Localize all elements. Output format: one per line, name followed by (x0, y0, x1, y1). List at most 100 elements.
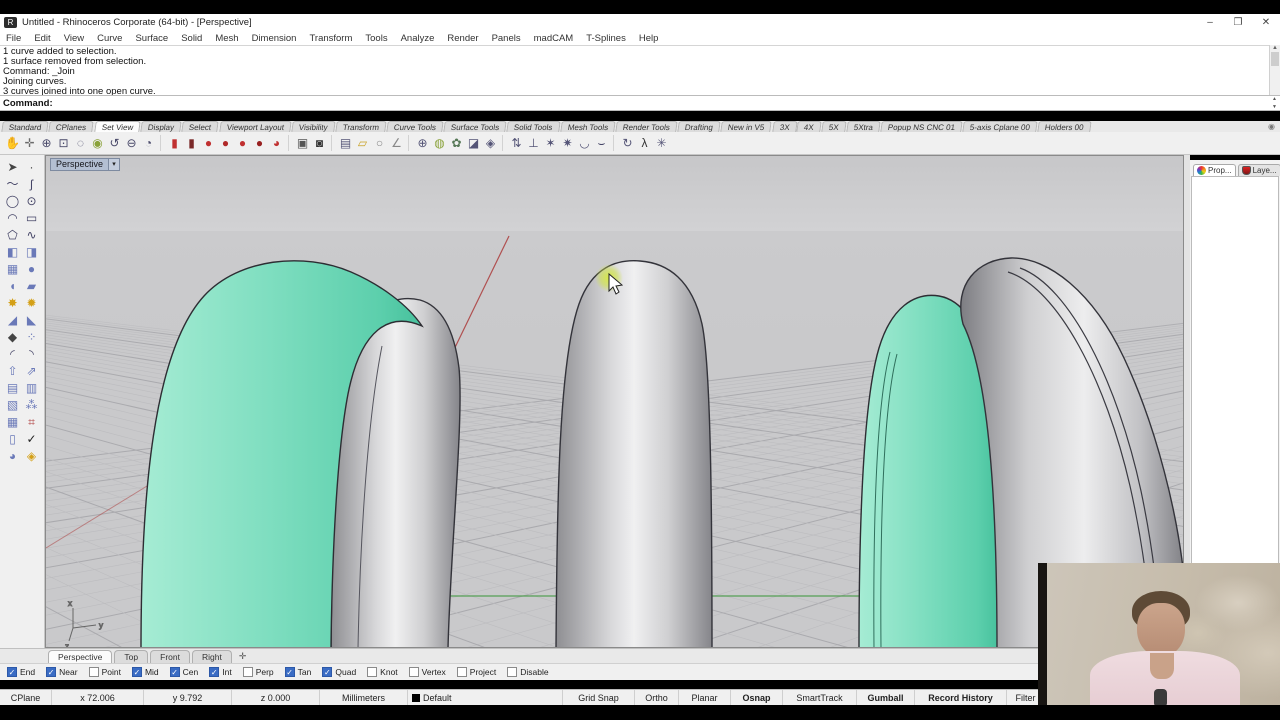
viewport-tab-top[interactable]: Top (114, 650, 149, 663)
toolbar-tab[interactable]: Select (181, 121, 220, 132)
step-solid-icon[interactable]: ◣ (22, 312, 41, 329)
osnap-checkbox[interactable] (456, 667, 467, 677)
control-curve-icon[interactable]: ʃ (22, 176, 41, 193)
surface-loft-icon[interactable]: ◨ (22, 244, 41, 261)
machine-sim-icon[interactable]: ▣ (294, 135, 311, 152)
circle-icon[interactable]: ◯ (3, 193, 22, 210)
sphere-icon[interactable]: ● (22, 261, 41, 278)
cage-icon[interactable]: ⌗ (22, 414, 41, 431)
boolean-burst-icon[interactable]: ✸ (3, 295, 22, 312)
toolbar-tab[interactable]: Viewport Layout (218, 121, 292, 132)
menu-item[interactable]: madCAM (534, 33, 574, 44)
ring-middle[interactable] (555, 260, 713, 648)
status-cell[interactable]: SmartTrack (783, 690, 857, 705)
osnap-checkbox[interactable] (131, 667, 142, 677)
osnap-toggle[interactable]: Tan (284, 667, 311, 677)
toolbar-tab[interactable]: Drafting (677, 121, 721, 132)
osnap-toggle[interactable]: Disable (507, 667, 549, 677)
arc-blend-icon[interactable]: ◜ (3, 346, 22, 363)
gold-surface-icon[interactable]: ◈ (22, 448, 41, 465)
zoom-target-icon[interactable]: ◔ (140, 135, 157, 152)
menu-item[interactable]: Curve (97, 33, 122, 44)
array-rect-icon[interactable]: ▤ (3, 380, 22, 397)
osnap-checkbox[interactable] (284, 667, 295, 677)
offset-surface-icon[interactable]: ▥ (22, 380, 41, 397)
menu-item[interactable]: Edit (34, 33, 50, 44)
madcam-5axis-icon[interactable]: ◕ (268, 135, 285, 152)
menu-item[interactable]: Render (447, 33, 478, 44)
viewport-title[interactable]: Perspective ▾ (50, 158, 121, 171)
menu-item[interactable]: Dimension (252, 33, 297, 44)
drag-mode-icon[interactable]: ◪ (465, 135, 482, 152)
shade-object-icon[interactable]: ◕ (3, 448, 22, 465)
curve-icon[interactable]: 〜 (3, 176, 22, 193)
status-cell[interactable]: Millimeters (320, 690, 408, 705)
ring-left[interactable] (140, 260, 461, 648)
toolbar-tab[interactable]: 5Xtra (846, 121, 881, 132)
osnap-toggle[interactable]: Cen (169, 667, 198, 677)
arc-icon[interactable]: ◠ (3, 210, 22, 227)
viewport-tab-perspective[interactable]: Perspective (48, 650, 113, 663)
polygon-icon[interactable]: ⬠ (3, 227, 22, 244)
zoom-dynamic-icon[interactable]: ⊕ (38, 135, 55, 152)
madcam-finishing-icon[interactable]: ● (217, 135, 234, 152)
status-cell[interactable]: z 0.000 (232, 690, 320, 705)
torus-icon[interactable]: ◖ (3, 278, 22, 295)
viewport-dropdown-icon[interactable]: ▾ (109, 158, 121, 171)
plant-analysis-icon[interactable]: ✿ (448, 135, 465, 152)
surface-corner-icon[interactable]: ◧ (3, 244, 22, 261)
osnap-toggle[interactable]: Perp (242, 667, 274, 677)
slab-icon[interactable]: ▰ (22, 278, 41, 295)
osnap-toggle[interactable]: End (7, 667, 35, 677)
menu-item[interactable]: Solid (181, 33, 202, 44)
menu-item[interactable]: Help (639, 33, 659, 44)
perspective-viewport[interactable]: x y z (45, 155, 1184, 648)
toolbar-tab[interactable]: 4X (796, 121, 822, 132)
viewport-title-label[interactable]: Perspective (50, 158, 110, 171)
menu-item[interactable]: Mesh (215, 33, 238, 44)
command-spinner[interactable]: ▲ ▼ (1270, 96, 1279, 110)
light-rays-icon[interactable]: ⁂ (22, 397, 41, 414)
osnap-toggle[interactable]: Quad (322, 667, 356, 677)
status-cell[interactable]: Planar (679, 690, 731, 705)
check-mark-icon[interactable]: ✓ (22, 431, 41, 448)
dot-group-icon[interactable]: ⁘ (22, 329, 41, 346)
rectangle-icon[interactable]: ▭ (22, 210, 41, 227)
osnap-checkbox[interactable] (322, 667, 333, 677)
osnap-checkbox[interactable] (46, 667, 57, 677)
star-sparse-icon[interactable]: ✶ (542, 135, 559, 152)
sparkle-icon[interactable]: ✳ (653, 135, 670, 152)
menu-item[interactable]: Surface (135, 33, 168, 44)
star-dense-icon[interactable]: ✷ (559, 135, 576, 152)
toolbar-tab[interactable]: Holders 00 (1037, 121, 1092, 132)
close-button[interactable]: ✕ (1252, 17, 1280, 28)
toolbar-tab[interactable]: Popup NS CNC 01 (880, 121, 963, 132)
surface-wing-icon[interactable]: ◡ (576, 135, 593, 152)
madcam-pencil-icon[interactable]: ● (234, 135, 251, 152)
osnap-checkbox[interactable] (507, 667, 518, 677)
zoom-window-icon[interactable]: ⊡ (55, 135, 72, 152)
open-folder-icon[interactable]: ▱ (354, 135, 371, 152)
status-cell[interactable]: x 72.006 (52, 690, 144, 705)
toolbar-tab[interactable]: Curve Tools (385, 121, 444, 132)
add-viewport-icon[interactable]: ✛ (234, 650, 252, 663)
zoom-selected-icon[interactable]: ◌ (72, 135, 89, 152)
menu-item[interactable]: View (64, 33, 84, 44)
grid-points-icon[interactable]: ▦ (3, 414, 22, 431)
freeform-curve-icon[interactable]: ∿ (22, 227, 41, 244)
toolbar-tab[interactable]: Transform (334, 121, 387, 132)
osnap-toggle[interactable]: Mid (131, 667, 159, 677)
status-cell[interactable]: CPlane (0, 690, 52, 705)
menu-item[interactable]: Analyze (401, 33, 435, 44)
command-input[interactable] (55, 97, 1280, 109)
toolbar-tab[interactable]: Visibility (291, 121, 336, 132)
arc-angle-icon[interactable]: ∠ (388, 135, 405, 152)
circle-deviation-icon[interactable]: ◍ (431, 135, 448, 152)
zoom-out-icon[interactable]: ⊖ (123, 135, 140, 152)
osnap-checkbox[interactable] (169, 667, 180, 677)
status-cell[interactable]: Osnap (731, 690, 783, 705)
status-cell[interactable]: Grid Snap (563, 690, 635, 705)
madcam-stock-icon[interactable]: ▮ (183, 135, 200, 152)
osnap-toggle[interactable]: Int (209, 667, 232, 677)
scroll-up-icon[interactable]: ▲ (1270, 45, 1280, 51)
